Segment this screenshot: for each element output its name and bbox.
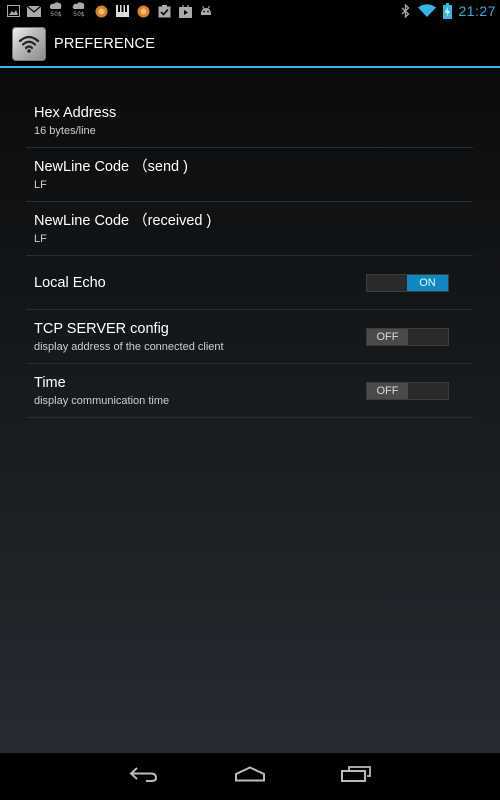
notification-icons: 50$ 50$ bbox=[0, 0, 213, 22]
pref-local-echo[interactable]: Local Echo ON bbox=[26, 256, 473, 310]
weather-temp-2: 50$ bbox=[73, 11, 85, 18]
time-switch[interactable]: OFF bbox=[366, 382, 449, 400]
pref-summary: LF bbox=[34, 178, 47, 191]
pref-title: Local Echo bbox=[34, 274, 106, 291]
navigation-bar bbox=[0, 753, 500, 800]
gallery-icon bbox=[6, 4, 20, 18]
weather-icon: 50$ bbox=[48, 1, 64, 21]
play-store-icon bbox=[178, 4, 192, 18]
email-icon bbox=[27, 4, 41, 18]
pref-summary: LF bbox=[34, 232, 47, 245]
pref-hex-address[interactable]: Hex Address 16 bytes/line bbox=[26, 94, 473, 148]
recent-apps-button[interactable] bbox=[326, 753, 386, 800]
pref-text: TCP SERVER config display address of the… bbox=[34, 310, 224, 363]
pref-title: Time bbox=[34, 374, 66, 391]
clock: 21:27 bbox=[458, 3, 496, 19]
switch-thumb: OFF bbox=[367, 383, 408, 399]
pref-title: NewLine Code （received ) bbox=[34, 212, 212, 229]
pref-text: NewLine Code （received ) LF bbox=[34, 202, 211, 255]
pref-summary: display communication time bbox=[34, 394, 170, 407]
wifi-icon bbox=[418, 4, 437, 18]
pref-text: Hex Address 16 bytes/line bbox=[34, 94, 116, 147]
pref-newline-send[interactable]: NewLine Code （send ) LF bbox=[26, 148, 473, 202]
pref-time[interactable]: Time display communication time OFF bbox=[26, 364, 473, 418]
home-icon bbox=[234, 766, 266, 787]
pref-text: Time display communication time bbox=[34, 364, 169, 417]
orange-circle-icon bbox=[94, 4, 108, 18]
checklist-icon bbox=[157, 4, 171, 18]
weather-temp-1: 50$ bbox=[50, 11, 62, 18]
switch-thumb: OFF bbox=[367, 329, 408, 345]
weather-icon: 50$ bbox=[71, 1, 87, 21]
preference-list: Hex Address 16 bytes/line NewLine Code （… bbox=[26, 94, 473, 418]
local-echo-switch[interactable]: ON bbox=[366, 274, 449, 292]
orange-circle-icon bbox=[136, 4, 150, 18]
pref-text: Local Echo bbox=[34, 256, 106, 309]
page-title: PREFERENCE bbox=[54, 36, 156, 52]
wifi-app-icon[interactable] bbox=[12, 27, 46, 61]
android-icon bbox=[199, 4, 213, 18]
piano-icon bbox=[115, 4, 129, 18]
pref-title: NewLine Code （send ) bbox=[34, 158, 188, 175]
preference-content: Hex Address 16 bytes/line NewLine Code （… bbox=[0, 68, 500, 753]
system-icons: 21:27 bbox=[398, 0, 496, 22]
battery-charging-icon bbox=[442, 3, 452, 19]
switch-thumb: ON bbox=[407, 275, 448, 291]
recent-apps-icon bbox=[341, 766, 371, 787]
home-button[interactable] bbox=[220, 753, 280, 800]
pref-summary: display address of the connected client bbox=[34, 340, 224, 353]
pref-newline-received[interactable]: NewLine Code （received ) LF bbox=[26, 202, 473, 256]
pref-tcp-server-config[interactable]: TCP SERVER config display address of the… bbox=[26, 310, 473, 364]
pref-summary: 16 bytes/line bbox=[34, 124, 96, 137]
status-bar: 50$ 50$ 21:27 bbox=[0, 0, 500, 22]
back-icon bbox=[129, 765, 159, 788]
action-bar: PREFERENCE bbox=[0, 22, 500, 66]
back-button[interactable] bbox=[114, 753, 174, 800]
pref-title: Hex Address bbox=[34, 104, 117, 121]
screen: 50$ 50$ 21:27 PREFERENCE Hex Address 16 … bbox=[0, 0, 500, 800]
pref-text: NewLine Code （send ) LF bbox=[34, 148, 188, 201]
tcp-server-config-switch[interactable]: OFF bbox=[366, 328, 449, 346]
bluetooth-icon bbox=[398, 4, 412, 18]
pref-title: TCP SERVER config bbox=[34, 320, 169, 337]
